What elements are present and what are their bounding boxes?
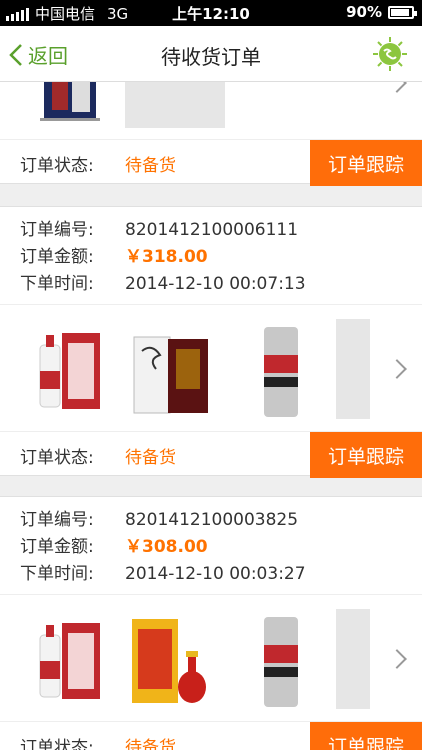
order-no-label: 订单编号:: [20, 220, 94, 240]
chevron-right-icon: [387, 82, 407, 93]
order-status-row: 订单状态: 待备货 订单跟踪: [0, 722, 422, 750]
status-label: 订单状态:: [20, 155, 94, 176]
chevron-right-icon: [387, 359, 407, 379]
status-label: 订单状态:: [20, 737, 94, 750]
order-info: 订单编号: 8201412100006111 订单金额: ￥318.00 下单时间:…: [0, 207, 422, 304]
battery-icon: [388, 5, 417, 19]
status-value: 待备货: [125, 447, 176, 468]
order-time-value: 2014-12-10 00:03:27: [125, 564, 306, 584]
track-order-button[interactable]: 订单跟踪: [310, 432, 422, 478]
product-row[interactable]: [0, 594, 422, 722]
order-card: 订单状态: 待备货 订单跟踪: [0, 82, 422, 186]
battery-percent: 90%: [346, 3, 382, 21]
order-time-value: 2014-12-10 00:07:13: [125, 274, 306, 294]
order-list[interactable]: 订单状态: 待备货 订单跟踪 订单编号: 8201412100006111 订单金…: [0, 82, 422, 750]
status-right: 90%: [346, 3, 417, 21]
order-no-value: 8201412100003825: [125, 510, 299, 530]
order-card: 订单编号: 8201412100006111 订单金额: ￥318.00 下单时间:…: [0, 206, 422, 478]
status-value: 待备货: [125, 155, 176, 176]
order-status-row: 订单状态: 待备货 订单跟踪: [0, 432, 422, 478]
order-time-label: 下单时间:: [20, 274, 94, 294]
product-placeholder: [336, 319, 370, 419]
product-placeholder: [125, 82, 225, 128]
track-order-button[interactable]: 订单跟踪: [310, 140, 422, 186]
order-card: 订单编号: 8201412100003825 订单金额: ￥308.00 下单时间:…: [0, 496, 422, 750]
status-value: 待备货: [125, 737, 176, 750]
amount-label: 订单金额:: [20, 537, 94, 557]
sf-logo-icon[interactable]: [372, 36, 408, 72]
status-label: 订单状态:: [20, 447, 94, 468]
page-title: 待收货订单: [161, 45, 261, 69]
product-thumbnail: [264, 617, 298, 707]
product-thumbnail: [40, 82, 100, 121]
amount-value: ￥318.00: [125, 247, 208, 267]
product-thumbnail: [133, 336, 208, 414]
order-info: 订单编号: 8201412100003825 订单金额: ￥308.00 下单时间:…: [0, 497, 422, 594]
status-bar: 中国电信 3G 上午12:10 90%: [0, 0, 422, 26]
product-row[interactable]: [0, 304, 422, 432]
order-no-label: 订单编号:: [20, 510, 94, 530]
amount-label: 订单金额:: [20, 247, 94, 267]
order-no-value: 8201412100006111: [125, 220, 299, 240]
track-order-button[interactable]: 订单跟踪: [310, 722, 422, 750]
battery-level: [391, 8, 409, 16]
product-thumbnail: [39, 333, 100, 409]
product-thumbnail: [264, 327, 298, 417]
chevron-right-icon: [387, 649, 407, 669]
order-time-label: 下单时间:: [20, 564, 94, 584]
product-thumbnail: [132, 619, 206, 703]
amount-value: ￥308.00: [125, 537, 208, 557]
order-status-row: 订单状态: 待备货 订单跟踪: [0, 140, 422, 186]
navigation-bar: 返回 待收货订单: [0, 26, 422, 82]
product-thumbnail: [39, 623, 100, 699]
product-row[interactable]: [0, 82, 422, 140]
product-placeholder: [336, 609, 370, 709]
